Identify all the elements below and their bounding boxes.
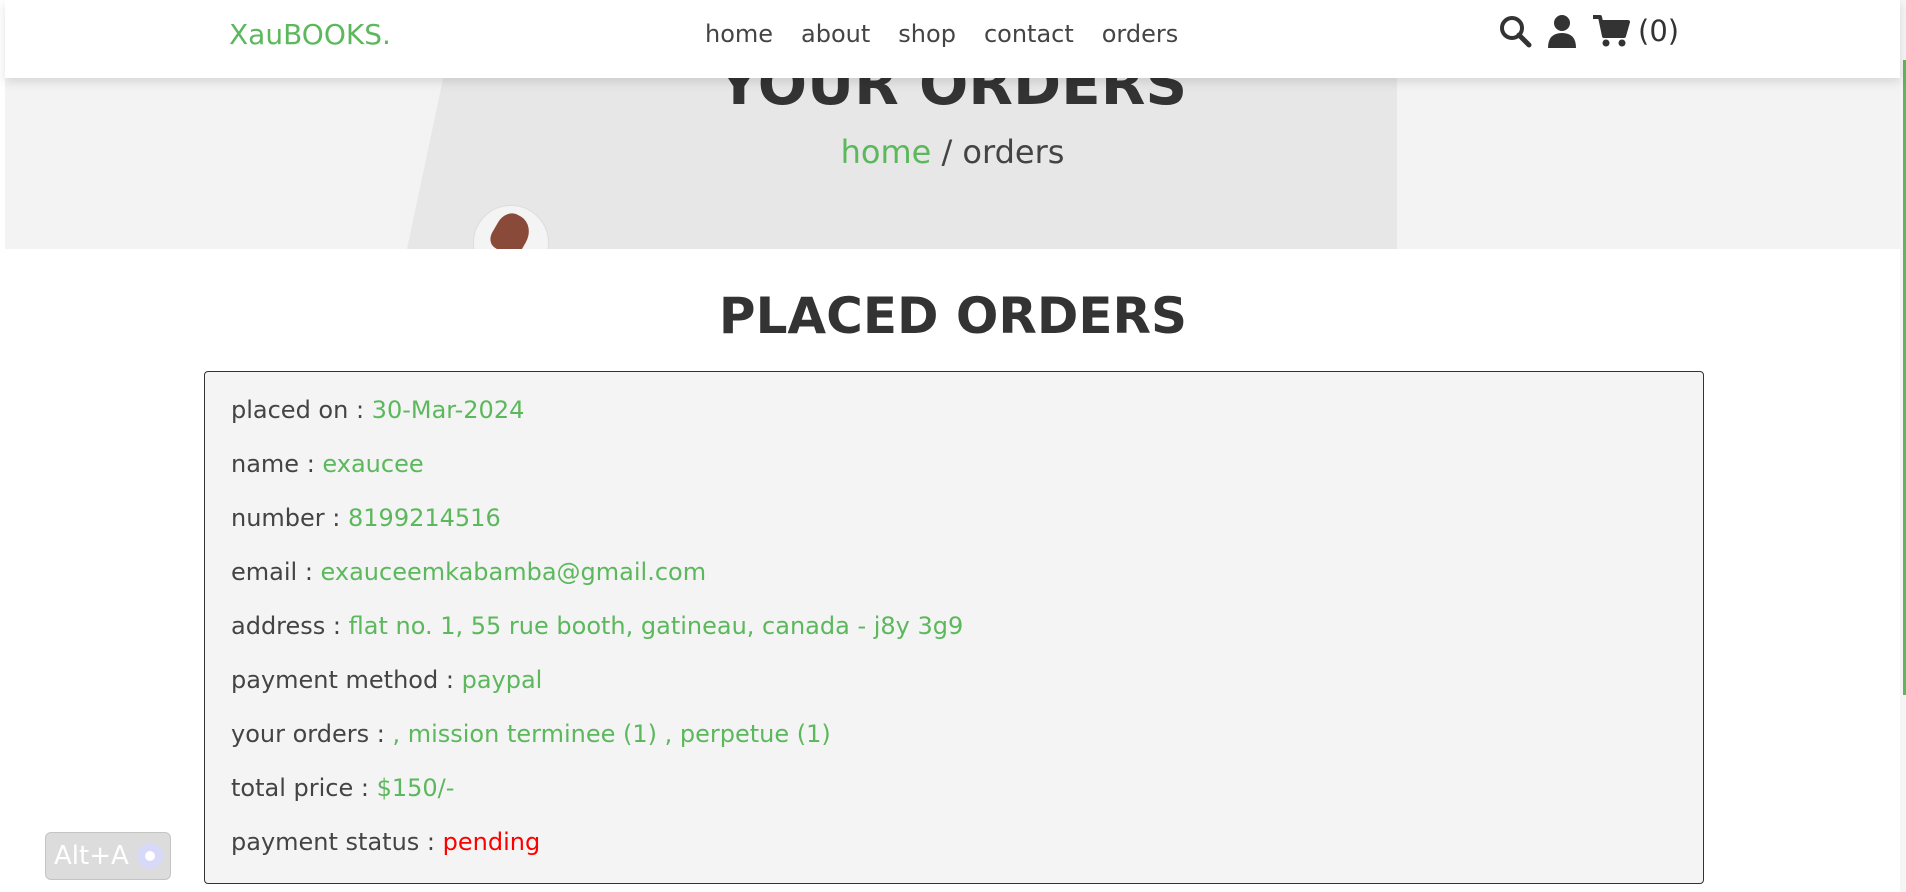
your-orders-value: , mission terminee (1) , perpetue (1) — [392, 720, 831, 748]
hero-banner: YOUR ORDERS home / orders — [5, 60, 1900, 249]
total-price-value: $150/- — [376, 774, 455, 802]
scrollbar-track[interactable] — [1900, 0, 1906, 892]
order-row-placed-on: placed on : 30-Mar-2024 — [231, 396, 1677, 450]
number-value: 8199214516 — [348, 504, 501, 532]
total-price-label: total price : — [231, 774, 377, 802]
search-icon[interactable] — [1498, 14, 1532, 48]
payment-method-label: payment method : — [231, 666, 462, 694]
nav-contact[interactable]: contact — [984, 20, 1074, 48]
address-label: address : — [231, 612, 349, 640]
site-header: XauBOOKS. home about shop contact orders… — [5, 0, 1900, 78]
order-row-total: total price : $150/- — [231, 774, 1677, 828]
accessibility-widget-label: Alt+A — [54, 841, 129, 871]
name-value: exaucee — [322, 450, 424, 478]
order-row-number: number : 8199214516 — [231, 504, 1677, 558]
cart-count[interactable]: (0) — [1638, 14, 1679, 48]
order-row-payment-status: payment status : pending — [231, 828, 1677, 882]
payment-status-value: pending — [442, 828, 541, 856]
your-orders-label: your orders : — [231, 720, 393, 748]
order-row-items: your orders : , mission terminee (1) , p… — [231, 720, 1677, 774]
header-icons: (0) — [1498, 14, 1679, 48]
order-row-payment-method: payment method : paypal — [231, 666, 1677, 720]
nav-shop[interactable]: shop — [898, 20, 956, 48]
payment-status-label: payment status : — [231, 828, 443, 856]
site-logo[interactable]: XauBOOKS. — [229, 18, 391, 51]
breadcrumb: home / orders — [5, 133, 1900, 171]
nav-home[interactable]: home — [705, 20, 773, 48]
main-nav: home about shop contact orders — [705, 20, 1178, 48]
placed-on-label: placed on : — [231, 396, 372, 424]
accessibility-icon — [136, 843, 163, 869]
email-value: exauceemkabamba@gmail.com — [320, 558, 707, 586]
user-icon[interactable] — [1546, 14, 1578, 48]
email-label: email : — [231, 558, 321, 586]
nav-orders[interactable]: orders — [1102, 20, 1179, 48]
nav-about[interactable]: about — [801, 20, 870, 48]
section-title: PLACED ORDERS — [718, 287, 1188, 345]
order-row-address: address : flat no. 1, 55 rue booth, gati… — [231, 612, 1677, 666]
number-label: number : — [231, 504, 349, 532]
order-row-name: name : exaucee — [231, 450, 1677, 504]
order-card: placed on : 30-Mar-2024 name : exaucee n… — [204, 371, 1704, 884]
cart-icon[interactable] — [1592, 14, 1630, 48]
name-label: name : — [231, 450, 323, 478]
breadcrumb-home-link[interactable]: home — [841, 133, 932, 171]
breadcrumb-separator: / — [931, 133, 963, 171]
address-value: flat no. 1, 55 rue booth, gatineau, cana… — [348, 612, 964, 640]
order-row-email: email : exauceemkabamba@gmail.com — [231, 558, 1677, 612]
breadcrumb-current: orders — [962, 133, 1065, 171]
payment-method-value: paypal — [461, 666, 543, 694]
accessibility-widget-button[interactable]: Alt+A — [45, 832, 171, 880]
placed-on-value: 30-Mar-2024 — [371, 396, 525, 424]
